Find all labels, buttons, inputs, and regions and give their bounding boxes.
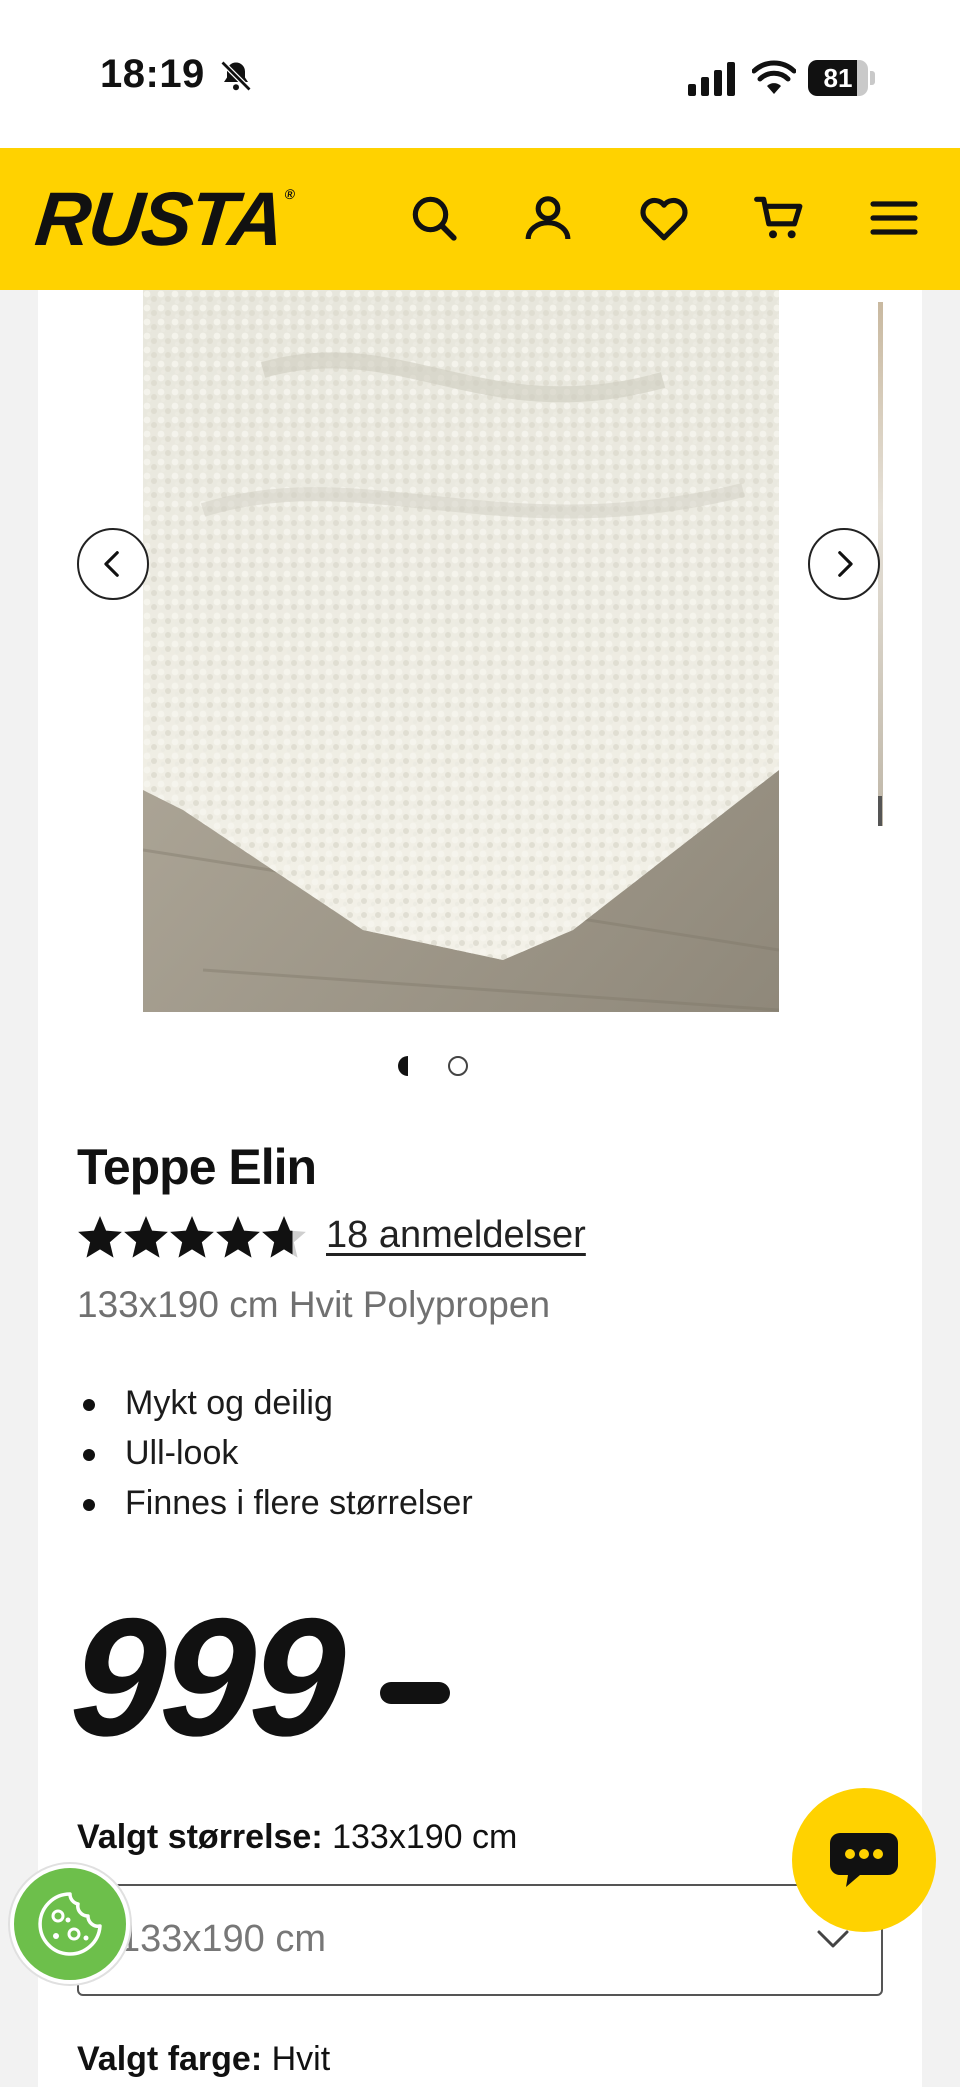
star-icon: [170, 1216, 214, 1258]
chat-button[interactable]: [792, 1788, 936, 1932]
feature-item: Mykt og deilig: [77, 1378, 473, 1428]
cellular-signal-icon: [688, 62, 735, 96]
size-select[interactable]: 133x190 cm: [77, 1884, 883, 1996]
price-dash: [380, 1682, 450, 1704]
cookie-icon: [38, 1892, 102, 1956]
menu-icon[interactable]: [862, 186, 926, 250]
user-icon[interactable]: [516, 186, 580, 250]
site-header: RUSTA®: [0, 148, 960, 290]
cart-icon[interactable]: [748, 186, 812, 250]
chat-bubble-icon: [830, 1833, 898, 1887]
selected-size-value: 133x190 cm: [332, 1818, 518, 1856]
selected-color-value: Hvit: [271, 2040, 331, 2078]
pagination-dot[interactable]: [448, 1056, 468, 1076]
product-subtitle: 133x190 cm Hvit Polypropen: [77, 1284, 551, 1325]
rating-stars: [78, 1216, 306, 1258]
chevron-left-icon: [104, 551, 119, 577]
chevron-right-icon: [838, 551, 853, 577]
selected-color-label: Valgt farge: Hvit: [77, 2040, 331, 2078]
star-icon: [124, 1216, 168, 1258]
heart-icon[interactable]: [632, 186, 696, 250]
reviews-link[interactable]: 18 anmeldelser: [326, 1214, 586, 1257]
wifi-icon: [752, 60, 796, 94]
search-icon[interactable]: [402, 186, 466, 250]
star-icon: [78, 1216, 122, 1258]
previous-image-button[interactable]: [77, 528, 149, 600]
bell-slash-icon: [220, 60, 252, 92]
product-title: Teppe Elin: [77, 1139, 317, 1195]
product-price: 999: [65, 1583, 347, 1771]
rusta-logo[interactable]: RUSTA®: [31, 176, 295, 263]
feature-item: Finnes i flere størrelser: [77, 1478, 473, 1528]
battery-icon: 81: [808, 60, 876, 96]
pagination-dot-active[interactable]: [398, 1056, 418, 1076]
status-time: 18:19: [100, 52, 205, 96]
scroll-indicator: [878, 796, 882, 826]
star-icon: [216, 1216, 260, 1258]
status-bar: 18:19 81: [0, 0, 960, 148]
product-image[interactable]: [143, 290, 779, 1012]
selected-size-label: Valgt størrelse: 133x190 cm: [77, 1818, 518, 1856]
feature-item: Ull-look: [77, 1428, 473, 1478]
battery-percentage: 81: [823, 63, 853, 93]
star-icon: [262, 1216, 306, 1258]
feature-list: Mykt og deilig Ull-look Finnes i flere s…: [77, 1378, 473, 1528]
cookie-settings-button[interactable]: [10, 1864, 130, 1984]
size-select-value: 133x190 cm: [119, 1918, 327, 1960]
next-image-button[interactable]: [808, 528, 880, 600]
